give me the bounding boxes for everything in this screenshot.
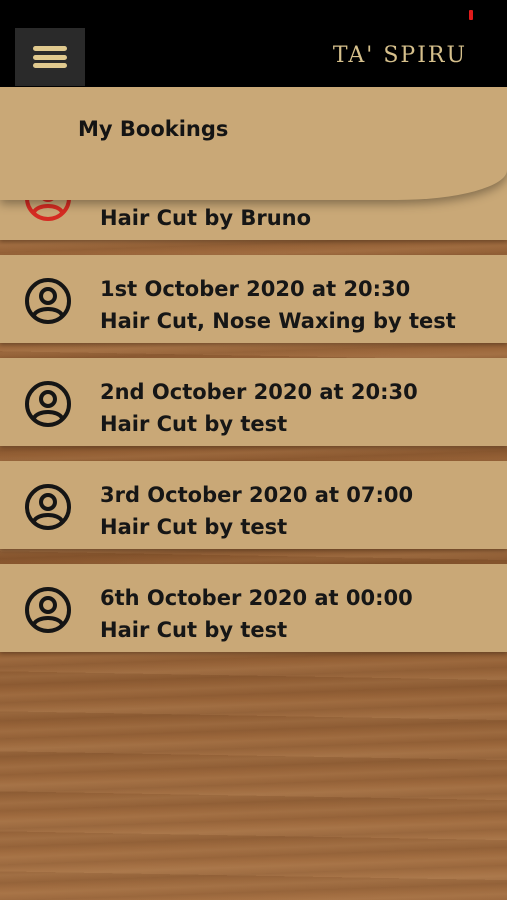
user-circle-icon [25, 278, 71, 324]
page-title: My Bookings [78, 117, 229, 141]
booking-service: Hair Cut by Bruno [100, 206, 312, 230]
booking-service: Hair Cut by test [100, 412, 288, 436]
page-header: My Bookings [0, 87, 507, 200]
booking-item[interactable]: 3rd October 2020 at 07:00 Hair Cut by te… [0, 461, 507, 549]
user-circle-icon [25, 484, 71, 530]
booking-datetime: 1st October 2020 at 20:30 [100, 277, 411, 301]
booking-datetime: 3rd October 2020 at 07:00 [100, 483, 414, 507]
booking-service: Hair Cut by test [100, 618, 288, 642]
brand-logo: TA' SPIRU [332, 43, 467, 68]
hamburger-icon [33, 46, 67, 68]
menu-button[interactable] [15, 28, 85, 86]
booking-item[interactable]: 1st October 2020 at 20:30 Hair Cut, Nose… [0, 255, 507, 343]
booking-item[interactable]: 2nd October 2020 at 20:30 Hair Cut by te… [0, 358, 507, 446]
bookings-list: Hair Cut by Bruno 1st October 2020 at 20… [0, 152, 507, 667]
booking-service: Hair Cut, Nose Waxing by test [100, 309, 456, 333]
top-bar: TA' SPIRU [0, 0, 507, 87]
booking-datetime: 2nd October 2020 at 20:30 [100, 380, 418, 404]
user-circle-icon [25, 587, 71, 633]
booking-item[interactable]: 6th October 2020 at 00:00 Hair Cut by te… [0, 564, 507, 652]
status-indicator [469, 10, 473, 20]
user-circle-icon [25, 381, 71, 427]
booking-service: Hair Cut by test [100, 515, 288, 539]
booking-datetime: 6th October 2020 at 00:00 [100, 586, 413, 610]
